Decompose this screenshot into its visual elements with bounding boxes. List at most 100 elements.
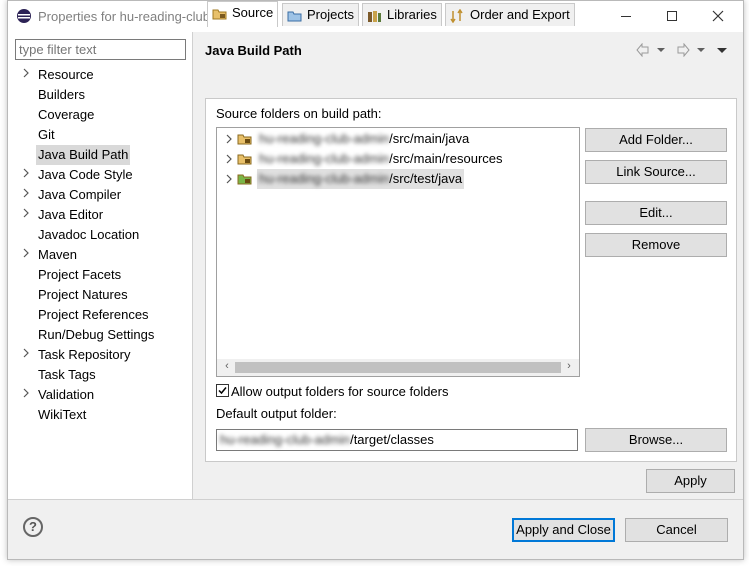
tree-item[interactable]: Java Code Style bbox=[8, 165, 192, 185]
tree-item-label: Project Natures bbox=[38, 287, 128, 302]
order-export-icon bbox=[450, 8, 463, 23]
footer-separator bbox=[8, 499, 743, 500]
chevron-right-icon[interactable] bbox=[225, 129, 233, 149]
tab-label: Libraries bbox=[387, 7, 437, 22]
source-folder-path: hu-reading-club-admin/src/test/java bbox=[257, 169, 465, 189]
tree-item-label: Builders bbox=[38, 87, 85, 102]
default-output-folder-label: Default output folder: bbox=[216, 406, 337, 421]
tree-item[interactable]: Resource bbox=[8, 65, 192, 85]
scroll-left-icon[interactable]: ‹ bbox=[219, 360, 235, 372]
maximize-button[interactable] bbox=[649, 1, 695, 31]
chevron-right-icon[interactable] bbox=[225, 169, 233, 189]
minimize-icon bbox=[621, 16, 631, 17]
tree-item-label: Task Repository bbox=[38, 347, 131, 362]
back-dropdown[interactable] bbox=[656, 41, 666, 59]
tree-item[interactable]: Git bbox=[8, 125, 192, 145]
chevron-right-icon[interactable] bbox=[22, 185, 32, 205]
redacted-project-name: hu-reading-club-admin bbox=[259, 151, 390, 166]
tab-projects[interactable]: Projects bbox=[282, 3, 359, 26]
tree-item[interactable]: Javadoc Location bbox=[8, 225, 192, 245]
tree-item[interactable]: Task Tags bbox=[8, 365, 192, 385]
checkmark-icon bbox=[218, 387, 227, 395]
chevron-down-icon bbox=[697, 48, 705, 53]
forward-dropdown[interactable] bbox=[696, 41, 706, 59]
source-folder-icon bbox=[212, 9, 227, 20]
tree-item-label: Project References bbox=[38, 307, 149, 322]
back-arrow-icon bbox=[636, 42, 649, 58]
source-folders-label: Source folders on build path: bbox=[216, 106, 382, 121]
chevron-right-icon[interactable] bbox=[22, 245, 32, 265]
eclipse-app-icon bbox=[17, 9, 31, 23]
horizontal-scrollbar[interactable]: ‹ › bbox=[217, 359, 579, 376]
tab-libraries[interactable]: Libraries bbox=[362, 3, 442, 26]
apply-button[interactable]: Apply bbox=[646, 469, 735, 493]
source-folder-row[interactable]: hu-reading-club-admin/src/main/resources bbox=[217, 149, 579, 169]
tree-item[interactable]: Project References bbox=[8, 305, 192, 325]
tree-item-label: Project Facets bbox=[38, 267, 122, 282]
link-source-button[interactable]: Link Source... bbox=[585, 160, 727, 184]
add-folder-button[interactable]: Add Folder... bbox=[585, 128, 727, 152]
tree-item-label: Java Build Path bbox=[36, 145, 131, 165]
tree-item-label: Javadoc Location bbox=[38, 227, 140, 242]
tree-item[interactable]: Coverage bbox=[8, 105, 192, 125]
source-folder-row[interactable]: hu-reading-club-admin/src/main/java bbox=[217, 129, 579, 149]
chevron-right-icon[interactable] bbox=[22, 205, 32, 225]
scrollbar-thumb[interactable] bbox=[235, 362, 561, 373]
source-folder-icon bbox=[237, 132, 253, 146]
tab-label: Projects bbox=[307, 7, 354, 22]
source-folder-icon bbox=[237, 172, 253, 186]
remove-button[interactable]: Remove bbox=[585, 233, 727, 257]
source-folder-path: hu-reading-club-admin/src/main/resources bbox=[257, 149, 505, 169]
source-folder-suffix: /src/main/resources bbox=[389, 151, 503, 166]
redacted-project-name: hu-reading-club-admin bbox=[259, 131, 390, 146]
source-folder-row[interactable]: hu-reading-club-admin/src/test/java bbox=[217, 169, 579, 189]
tree-item[interactable]: Maven bbox=[8, 245, 192, 265]
view-menu-button[interactable] bbox=[716, 41, 728, 59]
projects-icon bbox=[287, 11, 302, 22]
chevron-right-icon[interactable] bbox=[225, 149, 233, 169]
tree-item[interactable]: Run/Debug Settings bbox=[8, 325, 192, 345]
default-output-folder-field[interactable]: hu-reading-club-admin/target/classes bbox=[216, 429, 578, 451]
help-button[interactable]: ? bbox=[23, 517, 43, 537]
tree-item[interactable]: WikiText bbox=[8, 405, 192, 425]
cancel-button[interactable]: Cancel bbox=[625, 518, 728, 542]
tree-item[interactable]: Task Repository bbox=[8, 345, 192, 365]
chevron-right-icon[interactable] bbox=[22, 65, 32, 85]
browse-button[interactable]: Browse... bbox=[585, 428, 727, 452]
forward-button[interactable] bbox=[676, 41, 690, 59]
tree-item[interactable]: Java Editor bbox=[8, 205, 192, 225]
close-icon bbox=[712, 10, 724, 22]
tab-order-and-export[interactable]: Order and Export bbox=[445, 3, 575, 26]
chevron-right-icon[interactable] bbox=[22, 385, 32, 405]
back-button[interactable] bbox=[636, 41, 650, 59]
source-folder-suffix: /src/main/java bbox=[389, 131, 470, 146]
tree-item-label: WikiText bbox=[38, 407, 87, 422]
redacted-project-name: hu-reading-club-admin bbox=[220, 432, 351, 447]
scroll-right-icon[interactable]: › bbox=[561, 360, 577, 372]
tree-item[interactable]: Validation bbox=[8, 385, 192, 405]
preference-tree-panel: Resource Builders Coverage Git Java Build Pa… bbox=[8, 32, 193, 499]
view-menu-icon bbox=[717, 48, 727, 54]
output-folder-suffix: /target/classes bbox=[350, 432, 434, 447]
tab-source[interactable]: Source bbox=[207, 1, 279, 27]
tree-item[interactable]: Project Facets bbox=[8, 265, 192, 285]
tree-item-label: Task Tags bbox=[38, 367, 96, 382]
tree-item[interactable]: Builders bbox=[8, 85, 192, 105]
chevron-right-icon[interactable] bbox=[22, 165, 32, 185]
tab-label: Source bbox=[232, 5, 274, 20]
chevron-right-icon[interactable] bbox=[22, 345, 32, 365]
close-button[interactable] bbox=[695, 1, 741, 31]
tree-item-label: Java Editor bbox=[38, 207, 104, 222]
chevron-down-icon bbox=[657, 48, 665, 53]
apply-and-close-button[interactable]: Apply and Close bbox=[512, 518, 615, 542]
minimize-button[interactable] bbox=[603, 1, 649, 31]
source-folder-suffix: /src/test/java bbox=[389, 171, 463, 186]
tree-item[interactable]: Project Natures bbox=[8, 285, 192, 305]
filter-input[interactable] bbox=[15, 39, 186, 60]
tree-item[interactable]: Java Compiler bbox=[8, 185, 192, 205]
allow-output-folders-checkbox[interactable] bbox=[216, 384, 229, 397]
source-folders-list[interactable]: hu-reading-club-admin/src/main/java hu-re… bbox=[216, 127, 580, 377]
properties-dialog: Properties for hu-reading-club-admin Res… bbox=[7, 0, 744, 560]
edit-button[interactable]: Edit... bbox=[585, 201, 727, 225]
tree-item[interactable]: Java Build Path bbox=[8, 145, 192, 165]
